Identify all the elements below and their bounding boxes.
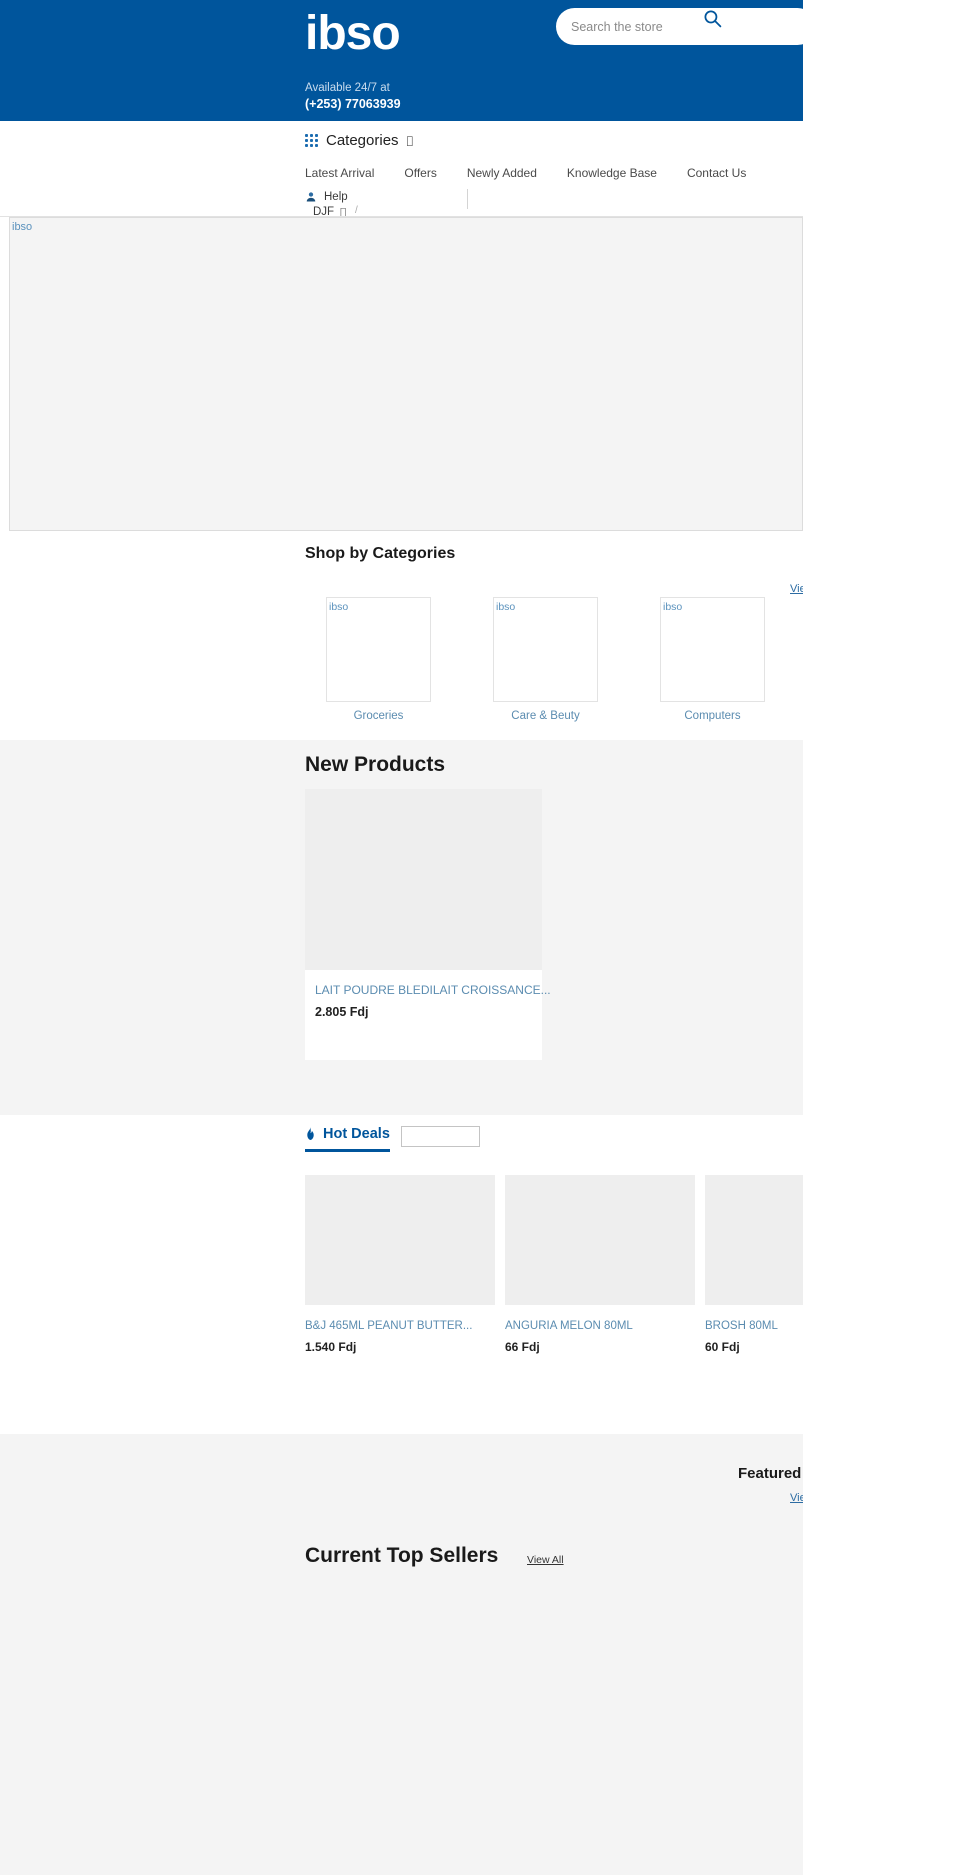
- product-card[interactable]: B&J 465ML PEANUT BUTTER... 1.540 Fdj: [305, 1175, 495, 1354]
- product-name[interactable]: ANGURIA MELON 80ML: [505, 1320, 695, 1332]
- search-bar[interactable]: [556, 8, 816, 45]
- category-card[interactable]: ibso Groceries: [326, 597, 431, 722]
- shop-by-categories-section: Shop by Categories View All ibso Groceri…: [0, 531, 828, 740]
- product-thumbnail: [505, 1175, 695, 1305]
- chevron-down-icon: : [407, 134, 414, 147]
- site-header: ibso Available 24/7 at (+253) 77063939: [0, 0, 816, 121]
- search-input[interactable]: [569, 18, 709, 35]
- flame-icon: [307, 1127, 314, 1140]
- nav-separator-slash: /: [355, 205, 358, 216]
- product-price: 1.540 Fdj: [305, 1340, 357, 1354]
- categories-menu-button[interactable]: Categories : [305, 132, 413, 149]
- tab-hot-deals[interactable]: Hot Deals: [305, 1126, 390, 1152]
- hot-deals-secondary-tab[interactable]: [401, 1126, 480, 1147]
- category-card[interactable]: ibso Computers: [660, 597, 765, 722]
- top-sellers-view-all-link[interactable]: View All: [527, 1554, 564, 1566]
- category-image-alt-text: ibso: [496, 601, 516, 613]
- hero-banner[interactable]: ibso: [9, 217, 803, 531]
- section-title-featured: Featured: [738, 1465, 802, 1482]
- product-price: 66 Fdj: [505, 1340, 540, 1354]
- nav-link-newly-added[interactable]: Newly Added: [467, 166, 537, 180]
- nav-link-knowledge-base[interactable]: Knowledge Base: [567, 166, 657, 180]
- main-navigation: Categories  Latest Arrival Offers Newly…: [0, 121, 803, 218]
- new-products-section: New Products LAIT POUDRE BLEDILAIT CROIS…: [0, 740, 803, 1115]
- availability-label: Available 24/7 at: [305, 82, 390, 94]
- category-image-alt-text: ibso: [329, 601, 349, 613]
- category-card[interactable]: ibso Care & Beuty: [493, 597, 598, 722]
- hot-deals-label: Hot Deals: [323, 1126, 390, 1142]
- hot-deals-section: Hot Deals B&J 465ML PEANUT BUTTER... 1.5…: [0, 1115, 895, 1428]
- site-logo[interactable]: ibso: [305, 7, 627, 60]
- categories-label: Categories: [326, 132, 399, 149]
- new-product-image[interactable]: [305, 789, 542, 970]
- section-title-categories: Shop by Categories: [305, 545, 456, 562]
- category-thumbnail: ibso: [326, 597, 431, 702]
- logo-text: ibso: [305, 7, 401, 60]
- product-thumbnail: [305, 1175, 495, 1305]
- contact-phone[interactable]: (+253) 77063939: [305, 97, 401, 111]
- category-thumbnail: ibso: [493, 597, 598, 702]
- product-name[interactable]: LAIT POUDRE BLEDILAIT CROISSANCE...: [315, 983, 551, 997]
- page-right-gutter: [803, 0, 960, 1875]
- category-name[interactable]: Groceries: [326, 710, 431, 722]
- nav-vertical-divider: [467, 189, 468, 209]
- section-title-top-sellers: Current Top Sellers: [305, 1544, 499, 1567]
- help-label: Help: [324, 191, 348, 203]
- grid-icon: [305, 134, 318, 147]
- category-name[interactable]: Care & Beuty: [493, 710, 598, 722]
- featured-section: Featured View All Current Top Sellers Vi…: [0, 1434, 828, 1875]
- user-icon: [306, 192, 316, 202]
- hero-image-alt-text: ibso: [12, 221, 33, 233]
- category-image-alt-text: ibso: [663, 601, 683, 613]
- new-product-card[interactable]: LAIT POUDRE BLEDILAIT CROISSANCE... 2.80…: [305, 970, 551, 1060]
- product-name[interactable]: B&J 465ML PEANUT BUTTER...: [305, 1320, 495, 1332]
- product-card[interactable]: ANGURIA MELON 80ML 66 Fdj: [505, 1175, 695, 1354]
- category-name[interactable]: Computers: [660, 710, 765, 722]
- nav-link-latest-arrival[interactable]: Latest Arrival: [305, 166, 374, 180]
- nav-link-contact-us[interactable]: Contact Us: [687, 166, 746, 180]
- help-menu-item[interactable]: Help: [305, 191, 348, 203]
- section-title-new-products: New Products: [305, 753, 446, 776]
- nav-links: Latest Arrival Offers Newly Added Knowle…: [305, 166, 746, 180]
- category-thumbnail: ibso: [660, 597, 765, 702]
- search-icon[interactable]: [703, 9, 722, 28]
- nav-link-offers[interactable]: Offers: [404, 166, 436, 180]
- storefront-page: ibso Available 24/7 at (+253) 77063939 C…: [0, 0, 960, 1875]
- product-price: 2.805 Fdj: [315, 1005, 369, 1019]
